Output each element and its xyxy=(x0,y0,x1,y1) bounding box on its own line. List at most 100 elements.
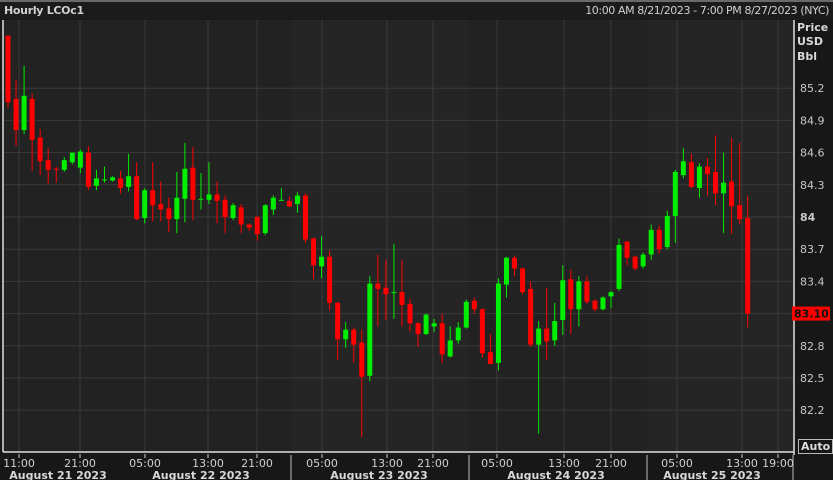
candle-body xyxy=(150,190,156,206)
candle-body xyxy=(479,309,485,354)
candle-body xyxy=(696,166,702,189)
candle-body xyxy=(713,171,719,194)
candle-body xyxy=(174,197,180,220)
candle-body xyxy=(487,352,493,365)
candle-body xyxy=(552,321,558,341)
axis-unit-currency: USD xyxy=(797,35,823,48)
candle-body xyxy=(512,257,518,269)
candle-body xyxy=(85,152,91,187)
candle-body xyxy=(53,168,59,170)
candle-body xyxy=(560,280,566,321)
candle-body xyxy=(463,301,469,328)
candle-body xyxy=(5,35,11,103)
candle-body xyxy=(222,199,228,217)
y-tick-label: 84.3 xyxy=(800,179,825,192)
candle-body xyxy=(664,215,670,248)
candle-body xyxy=(158,204,164,210)
candle-body xyxy=(721,182,727,194)
candlestick-chart[interactable]: 85.284.984.684.38483.783.483.182.882.582… xyxy=(0,0,833,480)
candle-body xyxy=(520,268,526,293)
candle-body xyxy=(77,151,83,168)
candle-body xyxy=(616,244,622,289)
candle-body xyxy=(672,171,678,216)
candle-body xyxy=(69,152,75,163)
candle-body xyxy=(45,160,51,170)
day-label: August 23 2023 xyxy=(330,469,427,480)
candle-body xyxy=(198,198,204,200)
candle-body xyxy=(680,161,686,176)
candle-body xyxy=(407,303,413,324)
candle-body xyxy=(142,190,148,219)
candle-body xyxy=(632,256,638,269)
candle-body xyxy=(270,197,276,210)
candle-body xyxy=(190,167,196,200)
y-tick-label: 85.2 xyxy=(800,82,825,95)
y-tick-label: 82.2 xyxy=(800,404,825,417)
candle-body xyxy=(745,218,751,314)
candle-body xyxy=(423,314,429,334)
candle-body xyxy=(335,302,341,340)
candle-body xyxy=(471,300,477,310)
candle-body xyxy=(238,207,244,225)
candle-body xyxy=(383,287,389,295)
candle-body xyxy=(729,181,735,207)
y-tick-label: 83.7 xyxy=(800,243,825,256)
candle-body xyxy=(415,323,421,334)
candle-body xyxy=(13,98,19,131)
candle-body xyxy=(262,205,268,234)
candle-body xyxy=(101,179,107,181)
candle-body xyxy=(61,160,67,170)
candle-body xyxy=(391,292,397,294)
auto-scale-button[interactable]: Auto xyxy=(798,439,833,454)
candle-body xyxy=(37,137,43,162)
candle-body xyxy=(230,205,236,219)
chart-window: Hourly LCOc1 10:00 AM 8/21/2023 - 7:00 P… xyxy=(0,0,833,480)
candle-body xyxy=(359,342,365,377)
day-label: August 22 2023 xyxy=(152,469,249,480)
axis-unit-price: Price xyxy=(797,21,829,34)
candle-body xyxy=(246,224,252,228)
candle-body xyxy=(656,229,662,250)
candle-body xyxy=(592,300,598,310)
candle-body xyxy=(640,254,646,267)
candle-body xyxy=(343,329,349,340)
candle-body xyxy=(576,281,582,310)
candle-body xyxy=(375,283,381,289)
candle-body xyxy=(455,327,461,341)
candle-body xyxy=(29,98,35,140)
candle-body xyxy=(166,208,172,220)
candle-body xyxy=(311,238,317,266)
candle-body xyxy=(439,323,445,355)
candle-body xyxy=(294,195,300,205)
candle-body xyxy=(214,194,220,201)
y-tick-label: 84 xyxy=(800,211,816,224)
candle-body xyxy=(110,177,116,181)
candle-body xyxy=(648,229,654,255)
day-label: August 25 2023 xyxy=(663,469,760,480)
y-tick-label: 84.9 xyxy=(800,114,825,127)
day-label: August 21 2023 xyxy=(9,469,106,480)
candle-body xyxy=(126,176,132,187)
y-tick-label: 82.5 xyxy=(800,372,825,385)
candle-body xyxy=(688,162,694,187)
candle-body xyxy=(704,166,710,175)
candle-body xyxy=(206,194,212,200)
candle-body xyxy=(503,257,509,285)
candle-body xyxy=(544,328,550,342)
candle-body xyxy=(319,256,325,267)
candle-body xyxy=(399,292,405,305)
y-tick-label: 83.4 xyxy=(800,275,825,288)
candle-body xyxy=(21,95,27,131)
candle-body xyxy=(600,297,606,310)
x-tick-label: 19:00 xyxy=(762,457,794,470)
candle-body xyxy=(528,288,534,345)
axis-unit-bbl: Bbl xyxy=(797,50,818,63)
candle-body xyxy=(447,340,453,357)
last-price-label: 83.10 xyxy=(794,308,829,321)
y-tick-label: 82.8 xyxy=(800,340,825,353)
day-label: August 24 2023 xyxy=(507,469,604,480)
candle-body xyxy=(254,217,260,235)
candle-body xyxy=(431,323,437,327)
candle-body xyxy=(93,178,99,186)
candle-body xyxy=(367,283,373,376)
